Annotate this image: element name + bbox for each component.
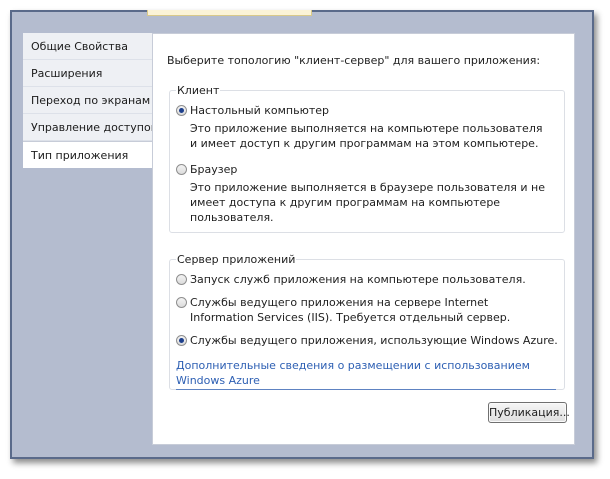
radio-server-azure[interactable] [176, 335, 187, 346]
desktop-description: Это приложение выполняется на компьютере… [190, 122, 543, 150]
client-group: Клиент Настольный компьютер Это приложен… [169, 84, 565, 233]
radio-desktop[interactable] [176, 105, 187, 116]
topology-prompt: Выберите топологию "клиент-сервер" для в… [167, 54, 541, 67]
radio-server-azure-label: Службы ведущего приложения, использующие… [190, 334, 558, 347]
designer-tab[interactable] [147, 10, 312, 16]
sidebar-item-navigation[interactable]: Переход по экранам [23, 87, 152, 114]
publish-button[interactable]: Публикация... [488, 402, 570, 423]
settings-panel: Выберите топологию "клиент-сервер" для в… [152, 33, 575, 445]
window-body: Общие Свойства Расширения Переход по экр… [12, 10, 592, 457]
sidebar-item-extensions[interactable]: Расширения [23, 60, 152, 87]
sidebar-item-application-type[interactable]: Тип приложения [23, 141, 154, 168]
application-window: Общие Свойства Расширения Переход по экр… [10, 10, 594, 459]
radio-desktop-label: Настольный компьютер [190, 104, 329, 117]
sidebar-item-general[interactable]: Общие Свойства [23, 33, 152, 60]
azure-hosting-info-link[interactable]: Дополнительные сведения о размещении с и… [176, 358, 556, 390]
radio-browser-label: Браузер [190, 163, 238, 176]
server-group-title: Сервер приложений [176, 253, 297, 266]
server-option-iis[interactable]: Службы ведущего приложения на сервере In… [176, 296, 548, 326]
sidebar-item-access-control[interactable]: Управление доступом [23, 114, 159, 141]
browser-description: Это приложение выполняется в браузере по… [190, 181, 545, 224]
radio-browser[interactable] [176, 164, 187, 175]
radio-server-iis[interactable] [176, 297, 187, 308]
server-group: Сервер приложений Запуск служб приложени… [169, 253, 565, 390]
radio-server-iis-label: Службы ведущего приложения на сервере In… [190, 296, 511, 324]
radio-server-local[interactable] [176, 274, 187, 285]
sidebar: Общие Свойства Расширения Переход по экр… [23, 33, 159, 168]
radio-server-local-label: Запуск служб приложения на компьютере по… [190, 273, 526, 286]
client-group-title: Клиент [176, 84, 221, 97]
